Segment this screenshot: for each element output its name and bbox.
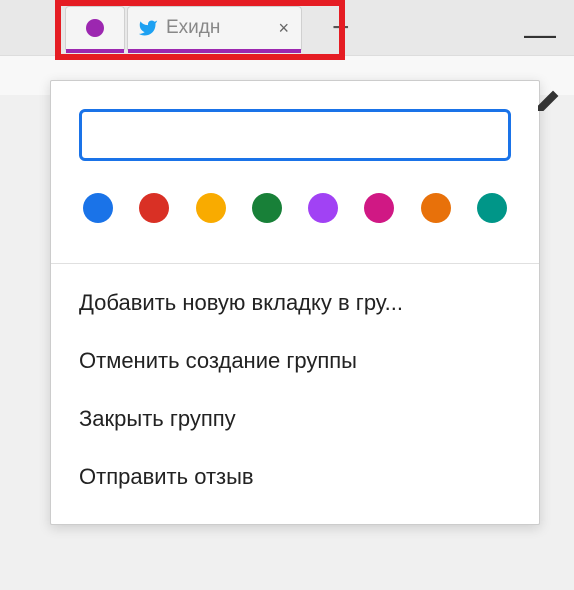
popup-header <box>51 81 539 243</box>
menu-cancel-group[interactable]: Отменить создание группы <box>51 332 539 390</box>
twitter-icon <box>138 18 158 38</box>
new-tab-button[interactable]: + <box>314 11 368 45</box>
color-swatch-green[interactable] <box>252 193 282 223</box>
tab-close-button[interactable]: × <box>276 18 291 39</box>
tab-group-popup: Добавить новую вкладку в гру... Отменить… <box>50 80 540 525</box>
color-swatch-yellow[interactable] <box>196 193 226 223</box>
menu-close-group[interactable]: Закрыть группу <box>51 390 539 448</box>
color-swatch-red[interactable] <box>139 193 169 223</box>
tab-group-indicator[interactable] <box>65 6 125 50</box>
menu-add-tab[interactable]: Добавить новую вкладку в гру... <box>51 274 539 332</box>
color-swatch-pink[interactable] <box>364 193 394 223</box>
window-minimize-button[interactable]: — <box>524 18 556 50</box>
group-underline <box>66 49 124 53</box>
menu-list: Добавить новую вкладку в гру... Отменить… <box>51 264 539 524</box>
tab-strip: Ехидн × + — <box>0 0 574 55</box>
browser-tab[interactable]: Ехидн × <box>127 6 302 50</box>
color-swatch-purple[interactable] <box>308 193 338 223</box>
color-swatch-teal[interactable] <box>477 193 507 223</box>
tab-title: Ехидн <box>166 17 268 39</box>
color-picker-row <box>79 193 511 223</box>
group-color-dot-icon <box>86 19 104 37</box>
eyedropper-icon[interactable] <box>535 90 559 121</box>
color-swatch-blue[interactable] <box>83 193 113 223</box>
group-name-input[interactable] <box>79 109 511 161</box>
group-underline <box>128 49 301 53</box>
color-swatch-orange[interactable] <box>421 193 451 223</box>
menu-feedback[interactable]: Отправить отзыв <box>51 448 539 506</box>
